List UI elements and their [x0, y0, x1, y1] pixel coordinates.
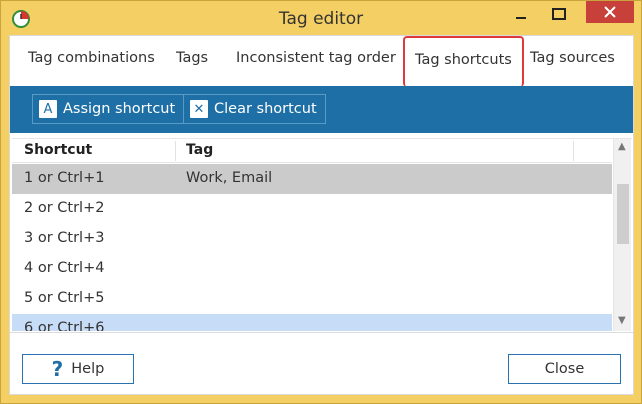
tag-cell: Work, Email [186, 170, 273, 186]
title-bar[interactable]: Tag editor [1, 1, 641, 35]
shortcut-cell: 6 or Ctrl+6 [24, 320, 105, 331]
shortcut-cell: 2 or Ctrl+2 [24, 200, 105, 216]
assign-icon: A [39, 100, 57, 118]
table-row[interactable]: 1 or Ctrl+1 Work, Email [12, 164, 612, 194]
assign-shortcut-label: Assign shortcut [63, 101, 176, 117]
close-label: Close [544, 361, 585, 377]
close-icon [604, 6, 616, 18]
column-header-shortcut[interactable]: Shortcut [24, 142, 92, 158]
table-row[interactable]: 3 or Ctrl+3 [12, 224, 612, 254]
tag-editor-window: Tag editor Tag combinations Tags Inconsi… [0, 0, 642, 404]
minimize-icon [516, 17, 526, 19]
tab-tag-sources[interactable]: Tag sources [530, 50, 615, 66]
dialog-content: Tag combinations Tags Inconsistent tag o… [9, 35, 634, 395]
maximize-icon [552, 8, 566, 20]
clear-shortcut-button[interactable]: ✕ Clear shortcut [183, 94, 326, 124]
shortcut-cell: 5 or Ctrl+5 [24, 290, 105, 306]
minimize-button[interactable] [506, 1, 536, 27]
table-row[interactable]: 5 or Ctrl+5 [12, 284, 612, 314]
help-button[interactable]: ? Help [22, 354, 134, 384]
tab-tag-shortcuts[interactable]: Tag shortcuts [403, 36, 524, 87]
column-separator [573, 141, 574, 161]
column-header-tag[interactable]: Tag [186, 142, 213, 158]
grid-rows: 1 or Ctrl+1 Work, Email 2 or Ctrl+2 3 or… [12, 164, 612, 331]
column-separator [175, 141, 176, 161]
help-icon: ? [51, 357, 64, 381]
shortcut-grid: Shortcut Tag 1 or Ctrl+1 Work, Email 2 o… [12, 138, 632, 331]
scroll-down-icon[interactable]: ▼ [618, 315, 626, 326]
scrollbar-thumb[interactable] [617, 184, 629, 244]
tab-inconsistent-tag-order[interactable]: Inconsistent tag order [236, 50, 396, 66]
footer-divider [10, 332, 633, 333]
scroll-up-icon[interactable]: ▲ [618, 141, 626, 152]
close-window-button[interactable] [586, 1, 634, 23]
close-button[interactable]: Close [508, 354, 621, 384]
table-row[interactable]: 4 or Ctrl+4 [12, 254, 612, 284]
tab-bar: Tag combinations Tags Inconsistent tag o… [10, 36, 633, 87]
tab-tag-combinations[interactable]: Tag combinations [28, 50, 155, 66]
shortcut-cell: 4 or Ctrl+4 [24, 260, 105, 276]
maximize-button[interactable] [544, 1, 574, 27]
shortcut-cell: 1 or Ctrl+1 [24, 170, 105, 186]
tab-tags[interactable]: Tags [176, 50, 208, 66]
clear-icon: ✕ [190, 100, 208, 118]
toolbar: A Assign shortcut ✕ Clear shortcut [10, 86, 633, 133]
vertical-scrollbar[interactable]: ▲ ▼ [613, 139, 631, 331]
grid-header: Shortcut Tag [12, 139, 612, 163]
help-label: Help [71, 361, 105, 377]
clear-shortcut-label: Clear shortcut [214, 101, 317, 117]
table-row[interactable]: 6 or Ctrl+6 [12, 314, 612, 331]
table-row[interactable]: 2 or Ctrl+2 [12, 194, 612, 224]
shortcut-cell: 3 or Ctrl+3 [24, 230, 105, 246]
assign-shortcut-button[interactable]: A Assign shortcut [32, 94, 185, 124]
